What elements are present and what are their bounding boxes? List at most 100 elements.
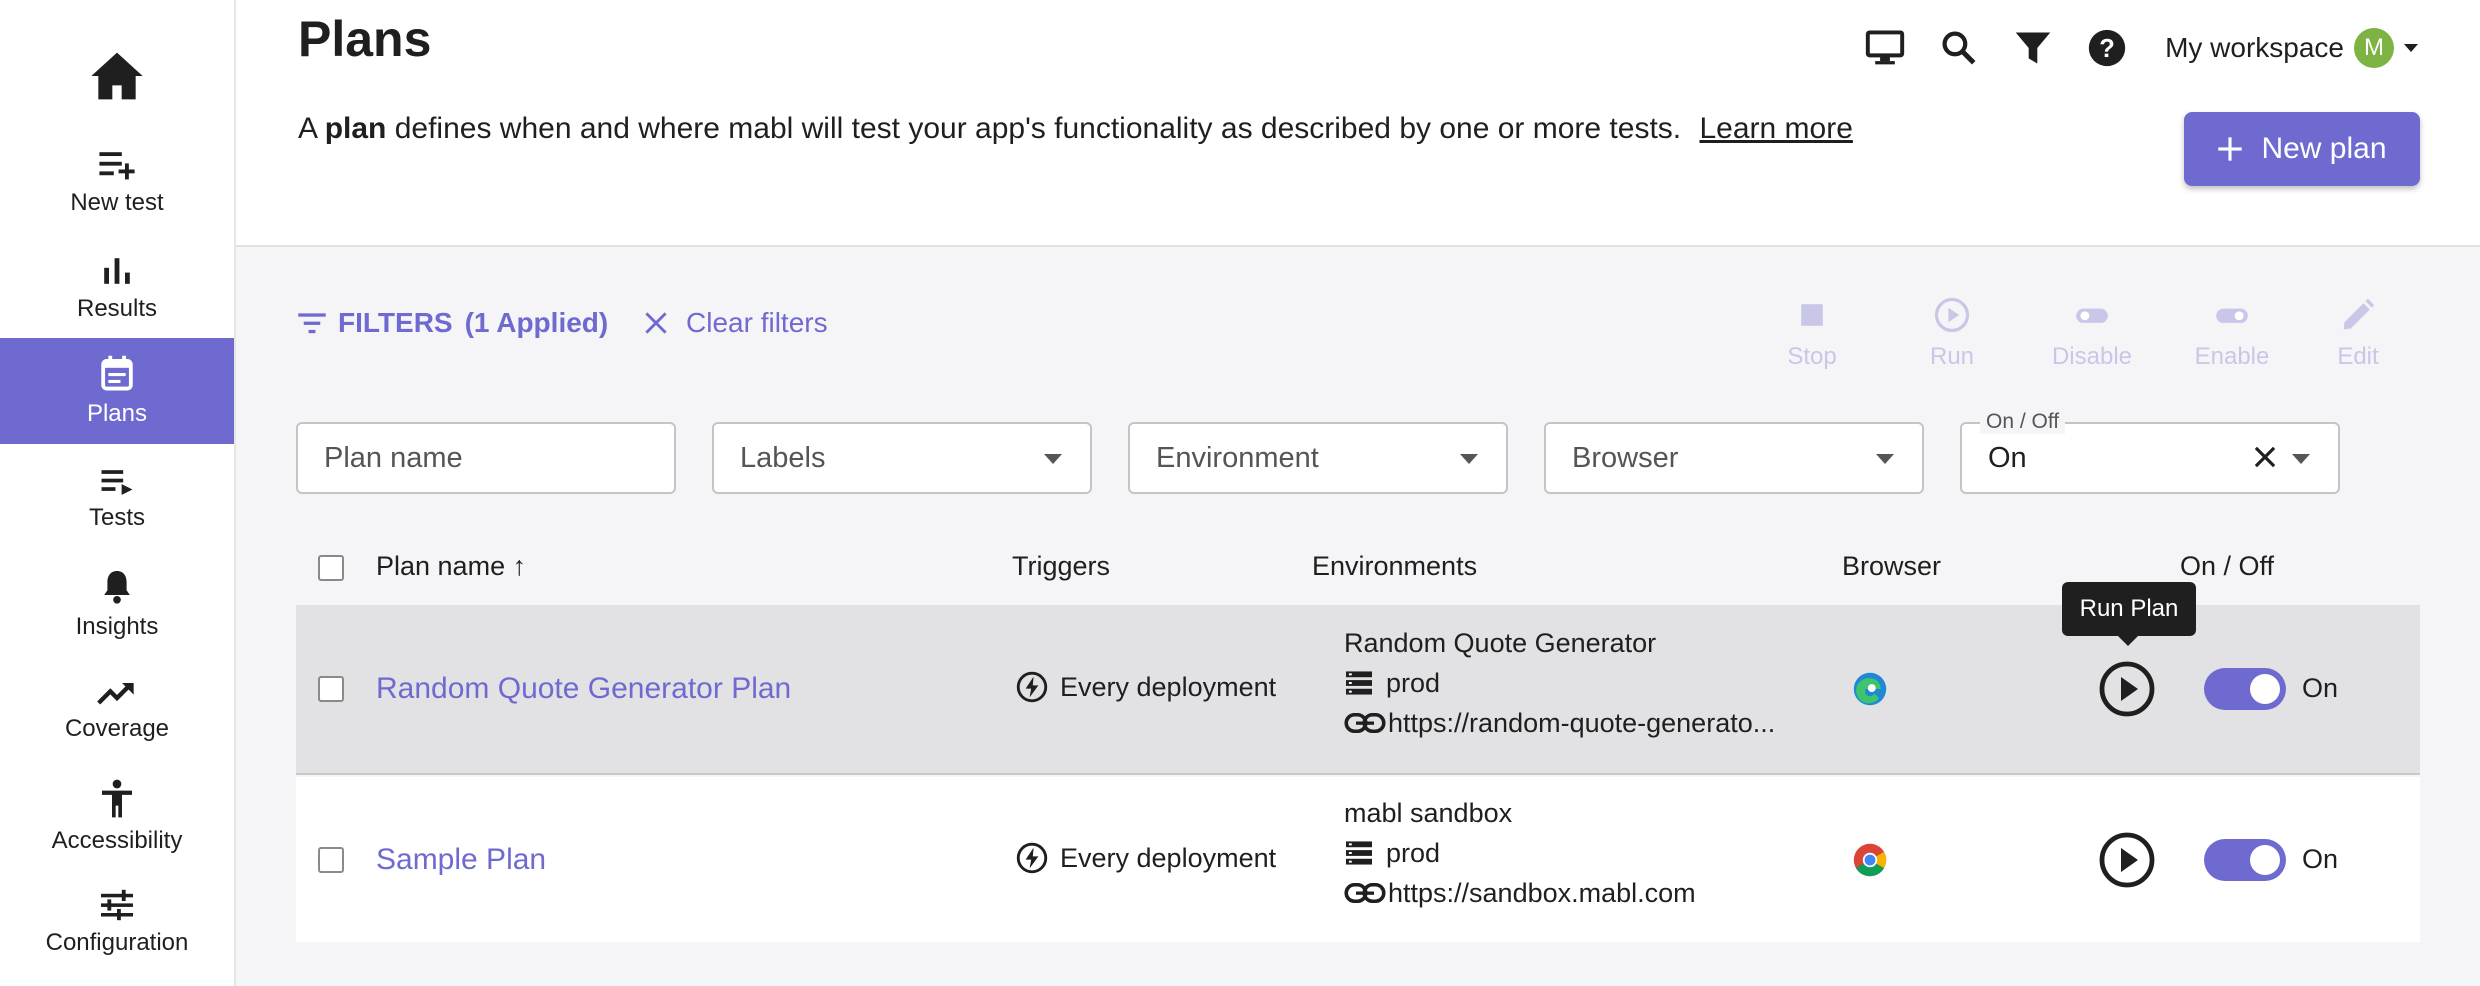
- sidebar-item-tests[interactable]: Tests: [0, 446, 234, 552]
- environment-placeholder: Environment: [1156, 441, 1319, 474]
- clear-filters-button[interactable]: Clear filters: [644, 307, 828, 339]
- learn-more-link[interactable]: Learn more: [1699, 112, 1852, 145]
- filter-button[interactable]: [2005, 20, 2061, 76]
- column-plan-name[interactable]: Plan name ↑: [376, 551, 526, 582]
- chrome-icon: [1853, 843, 1887, 877]
- column-browser: Browser: [1842, 551, 1942, 581]
- column-environments: Environments: [1312, 551, 1478, 581]
- env-db-line: prod: [1344, 833, 1696, 873]
- labels-filter[interactable]: Labels: [712, 422, 1092, 494]
- disable-label: Disable: [2051, 343, 2133, 370]
- home-link[interactable]: [0, 36, 234, 116]
- chevron-down-icon: [1460, 454, 1478, 464]
- filters-toggle[interactable]: FILTERS (1 Applied): [298, 307, 608, 339]
- run-plan-tooltip: Run Plan: [2062, 582, 2196, 646]
- bolt-circle-icon: [1016, 671, 1048, 703]
- page-description: A plan defines when and where mabl will …: [298, 112, 1853, 146]
- enabled-toggle[interactable]: [2204, 668, 2286, 710]
- row-checkbox[interactable]: [318, 847, 344, 873]
- accessibility-icon: [102, 779, 132, 818]
- stop-label: Stop: [1787, 343, 1837, 370]
- close-icon: [645, 312, 667, 334]
- edit-action[interactable]: Edit: [2308, 297, 2408, 371]
- toggle-on-icon: [2216, 308, 2248, 323]
- row-checkbox[interactable]: [318, 676, 344, 702]
- table-row[interactable]: Sample Plan Every deployment mabl sandbo…: [296, 777, 2420, 942]
- toggle-off-icon: [2076, 308, 2108, 323]
- plan-name-placeholder: Plan name: [324, 441, 463, 474]
- play-circle-icon[interactable]: [2099, 661, 2155, 717]
- plan-name-link[interactable]: Sample Plan: [376, 843, 546, 877]
- filters-count: (1 Applied): [464, 307, 609, 338]
- labels-placeholder: Labels: [740, 441, 826, 474]
- column-plan-name-label: Plan name: [376, 551, 506, 581]
- page-title: Plans: [298, 11, 432, 67]
- sidebar-item-label: Results: [76, 295, 158, 322]
- sidebar-item-label: Coverage: [64, 715, 170, 742]
- onoff-filter-label: On / Off: [1980, 410, 2066, 434]
- env-db: prod: [1386, 668, 1441, 698]
- storage-icon: [1346, 671, 1372, 695]
- trigger-label: Every deployment: [1060, 842, 1277, 873]
- disable-action[interactable]: Disable: [2042, 297, 2142, 371]
- env-db: prod: [1386, 838, 1441, 868]
- help-icon: ?: [2088, 29, 2126, 67]
- plan-name-filter[interactable]: Plan name: [296, 422, 676, 494]
- sidebar-item-accessibility[interactable]: Accessibility: [0, 764, 234, 870]
- stop-icon: [1801, 304, 1823, 326]
- env-url[interactable]: https://sandbox.mabl.com: [1388, 873, 1696, 913]
- plan-name-link[interactable]: Random Quote Generator Plan: [376, 672, 791, 706]
- search-button[interactable]: [1931, 20, 1987, 76]
- sidebar-item-label: Plans: [86, 400, 148, 427]
- bar-chart-icon: [104, 258, 130, 284]
- workspace-name: My workspace: [2165, 32, 2344, 63]
- env-url-line: https://random-quote-generato...: [1344, 703, 1775, 743]
- enable-action[interactable]: Enable: [2182, 297, 2282, 371]
- workspace-selector[interactable]: My workspace M: [2165, 28, 2418, 68]
- filters-label: FILTERS: [338, 307, 453, 338]
- sidebar-item-results[interactable]: Results: [0, 236, 234, 342]
- sidebar: New test Results Plans Tests Insights Co…: [0, 0, 236, 986]
- toggle-knob: [2250, 674, 2280, 704]
- trigger-cell: Every deployment: [1016, 842, 1276, 874]
- page-header: Plans A plan defines when and where mabl…: [236, 0, 2480, 247]
- sidebar-item-configuration[interactable]: Configuration: [0, 870, 234, 976]
- desc-prefix: A: [298, 112, 317, 145]
- clear-icon[interactable]: [2252, 444, 2278, 470]
- new-plan-button[interactable]: New plan: [2184, 112, 2420, 186]
- sidebar-item-insights[interactable]: Insights: [0, 552, 234, 658]
- sidebar-item-label: Insights: [75, 613, 159, 640]
- env-url-line: https://sandbox.mabl.com: [1344, 873, 1696, 913]
- storage-icon: [1346, 841, 1372, 865]
- sidebar-item-label: New test: [70, 189, 164, 216]
- chevron-down-icon: [2292, 454, 2310, 464]
- desc-bold: plan: [324, 112, 387, 145]
- play-circle-icon[interactable]: [2099, 832, 2155, 888]
- environment-cell: Random Quote Generator prod https://rand…: [1344, 623, 1775, 743]
- trending-up-icon: [97, 683, 134, 705]
- onoff-filter[interactable]: On / Off On: [1960, 410, 2340, 494]
- environment-filter[interactable]: Environment: [1128, 422, 1508, 494]
- main-area: Plans A plan defines when and where mabl…: [236, 0, 2480, 986]
- env-name: mabl sandbox: [1344, 798, 1513, 828]
- search-icon: [1942, 31, 1976, 65]
- edit-label: Edit: [2337, 343, 2379, 370]
- toggle-state-label: On: [2302, 844, 2339, 874]
- env-url[interactable]: https://random-quote-generato...: [1388, 703, 1775, 743]
- clear-filters-label: Clear filters: [686, 307, 828, 338]
- link-icon: [1344, 712, 1386, 734]
- play-circle-icon: [1934, 297, 1970, 333]
- desktop-button[interactable]: [1857, 20, 1913, 76]
- sidebar-item-plans[interactable]: Plans: [0, 338, 234, 444]
- column-onoff: On / Off: [2180, 551, 2275, 581]
- run-action[interactable]: Run: [1902, 297, 2002, 371]
- enabled-toggle[interactable]: [2204, 839, 2286, 881]
- top-actions: ? My workspace M: [1857, 20, 2480, 76]
- select-all-checkbox[interactable]: [318, 555, 344, 581]
- browser-filter[interactable]: Browser: [1544, 422, 1924, 494]
- sidebar-item-coverage[interactable]: Coverage: [0, 658, 234, 764]
- sidebar-item-new-test[interactable]: New test: [0, 130, 234, 236]
- bolt-circle-icon: [1016, 842, 1048, 874]
- help-button[interactable]: ?: [2079, 20, 2135, 76]
- stop-action[interactable]: Stop: [1762, 297, 1862, 371]
